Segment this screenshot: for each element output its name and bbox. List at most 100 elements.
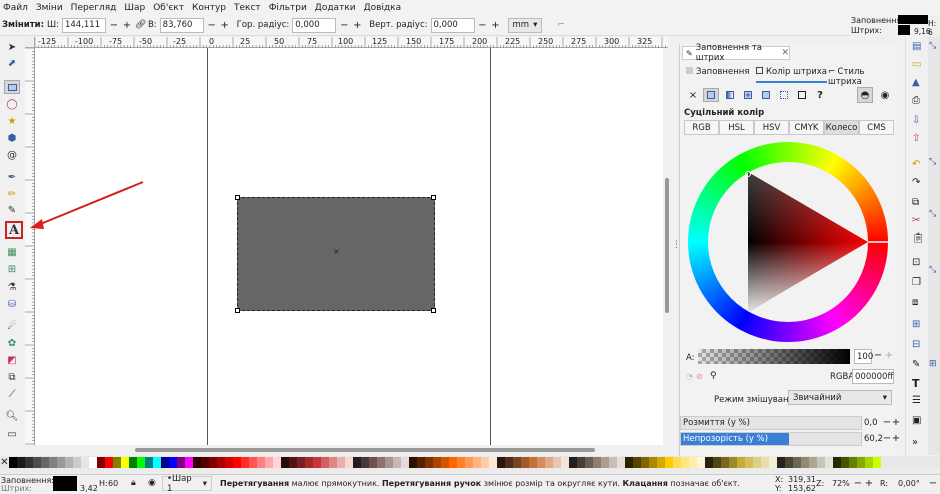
alpha-input[interactable]: 100 (854, 349, 873, 364)
palette-swatch[interactable] (337, 457, 345, 468)
palette-swatch[interactable] (9, 457, 17, 468)
duplicate-icon[interactable]: ❐ (912, 277, 921, 288)
palette-swatch[interactable] (449, 457, 457, 468)
cut-icon[interactable]: ✂ (912, 215, 920, 226)
palette-swatch[interactable] (745, 457, 753, 468)
palette-swatch[interactable] (57, 457, 65, 468)
save-icon[interactable]: ▲ (912, 77, 920, 88)
palette-swatch[interactable] (209, 457, 217, 468)
palette-swatch[interactable] (113, 457, 121, 468)
lock-icon[interactable]: 🔗︎ (135, 20, 146, 30)
spray-tool-icon[interactable]: ✿ (4, 336, 20, 350)
palette-swatch[interactable] (865, 457, 873, 468)
palette-swatch[interactable] (737, 457, 745, 468)
color-picker-icon[interactable]: ⚲ (710, 371, 717, 381)
palette-swatch[interactable] (97, 457, 105, 468)
xml-editor-icon[interactable]: ▣ (912, 415, 921, 426)
horizontal-scroll-thumb[interactable] (135, 448, 595, 452)
palette-swatch[interactable] (489, 457, 497, 468)
no-color-icon[interactable]: ✕ (0, 457, 9, 468)
radial-gradient-icon[interactable] (741, 88, 755, 102)
height-plus-button[interactable]: + (220, 20, 230, 31)
palette-swatch[interactable] (289, 457, 297, 468)
palette-swatch[interactable] (265, 457, 273, 468)
palette-swatch[interactable] (713, 457, 721, 468)
new-document-icon[interactable]: ▤ (912, 41, 921, 52)
rotation-value[interactable]: 0,00° (898, 479, 920, 488)
palette-swatch[interactable] (481, 457, 489, 468)
clone-icon[interactable]: ⧈ (912, 297, 918, 308)
palette-swatch[interactable] (769, 457, 777, 468)
more-chevron-icon[interactable]: » (912, 437, 918, 448)
palette-swatch[interactable] (553, 457, 561, 468)
mode-rgb-button[interactable]: RGB (684, 120, 719, 135)
3d-box-tool-icon[interactable]: ⬢ (4, 131, 20, 145)
palette-swatch[interactable] (617, 457, 625, 468)
palette-swatch[interactable] (273, 457, 281, 468)
height-input[interactable]: 83,760 (159, 17, 204, 33)
eraser-tool-icon[interactable]: ◩ (4, 353, 20, 367)
palette-swatch[interactable] (705, 457, 713, 468)
blur-value[interactable]: 0,0 (864, 418, 878, 428)
palette-swatch[interactable] (425, 457, 433, 468)
panel-tab[interactable]: ✎ Заповнення та штрих ✕ (682, 43, 790, 63)
palette-swatch[interactable] (497, 457, 505, 468)
palette-swatch[interactable] (73, 457, 81, 468)
open-file-icon[interactable]: ▭ (912, 59, 921, 70)
vertical-ruler[interactable] (25, 48, 35, 445)
palette-swatch[interactable] (777, 457, 785, 468)
star-tool-icon[interactable]: ★ (4, 114, 20, 128)
tweak-tool-icon[interactable]: ☄ (4, 319, 20, 333)
ry-input[interactable]: 0,000 (430, 17, 475, 33)
palette-swatch[interactable] (473, 457, 481, 468)
palette-swatch[interactable] (225, 457, 233, 468)
palette-swatch[interactable] (417, 457, 425, 468)
palette-swatch[interactable] (121, 457, 129, 468)
palette-swatch[interactable] (857, 457, 865, 468)
visibility-eye-icon[interactable]: ◉ (148, 478, 156, 488)
opacity-value[interactable]: 60,2 (864, 434, 883, 444)
vertical-scroll-thumb[interactable] (665, 178, 669, 313)
palette-swatch[interactable] (561, 457, 569, 468)
menu-object[interactable]: Об'єкт (153, 3, 184, 13)
palette-swatch[interactable] (873, 457, 881, 468)
palette-swatch[interactable] (145, 457, 153, 468)
mesh-gradient-icon[interactable] (759, 88, 773, 102)
fill-rule-nonzero-icon[interactable]: ◉ (877, 87, 893, 103)
alpha-minus-button[interactable]: − (873, 350, 883, 361)
palette-swatch[interactable] (385, 457, 393, 468)
palette-swatch[interactable] (689, 457, 697, 468)
unset-paint-icon[interactable]: ? (813, 88, 827, 102)
width-input[interactable]: 144,111 (61, 17, 106, 33)
palette-swatch[interactable] (833, 457, 841, 468)
menu-layer[interactable]: Шар (124, 3, 145, 13)
mode-cmyk-button[interactable]: CMYK (789, 120, 824, 135)
corner-handle[interactable] (431, 308, 436, 313)
palette-swatch[interactable] (201, 457, 209, 468)
selector-tool-icon[interactable]: ➤ (4, 40, 20, 54)
palette-swatch[interactable] (353, 457, 361, 468)
tab-stroke-paint[interactable]: Колір штриха (756, 67, 828, 83)
connector-tool-icon[interactable]: ⧉ (4, 370, 20, 384)
palette-swatch[interactable] (185, 457, 193, 468)
palette-swatch[interactable] (657, 457, 665, 468)
palette-swatch[interactable] (633, 457, 641, 468)
mode-hsl-button[interactable]: HSL (719, 120, 754, 135)
ungroup-icon[interactable]: ⊟ (912, 339, 920, 350)
palette-swatch[interactable] (465, 457, 473, 468)
palette-swatch[interactable] (545, 457, 553, 468)
menu-edit[interactable]: Зміни (36, 3, 63, 13)
palette-swatch[interactable] (105, 457, 113, 468)
lock-layer-icon[interactable]: 🔒︎ (131, 478, 136, 488)
menu-file[interactable]: Файл (3, 3, 28, 13)
measure-tool-icon[interactable]: ⟋ (4, 387, 20, 401)
palette-swatch[interactable] (761, 457, 769, 468)
gradient-tool-icon[interactable]: ▦ (4, 245, 20, 259)
alpha-slider[interactable] (698, 349, 850, 364)
corner-handle[interactable] (235, 195, 240, 200)
palette-swatch[interactable] (569, 457, 577, 468)
snap-toggle-icon[interactable]: ⤡ (929, 41, 936, 51)
fill-rule-evenodd-icon[interactable]: ◓ (857, 87, 873, 103)
node-tool-icon[interactable]: ⬈ (4, 56, 20, 70)
palette-swatch[interactable] (513, 457, 521, 468)
